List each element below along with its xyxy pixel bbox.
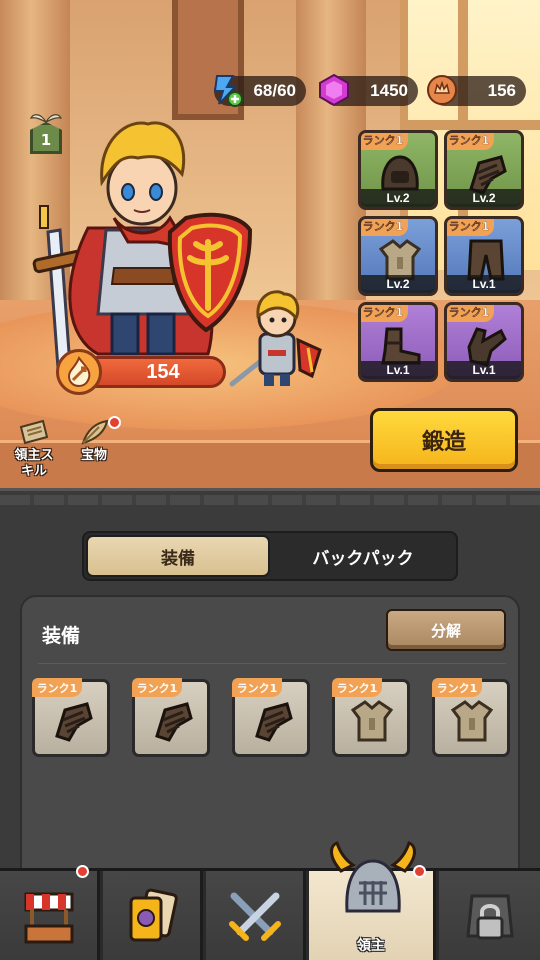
inventory-box: 装備 分解 ランク1 ランク1 ランク1 ランク1 ランク1 bbox=[20, 595, 520, 885]
inventory-item[interactable]: ランク1 bbox=[132, 678, 210, 757]
winged-helmet-icon bbox=[330, 841, 416, 913]
rank-badge: ランク1 bbox=[361, 305, 408, 322]
inventory-item[interactable]: ランク1 bbox=[32, 678, 110, 757]
energy-icon bbox=[208, 72, 244, 108]
energy-value: 68/60 bbox=[253, 81, 296, 100]
equipment-panel: 装備 バックパック 装備 分解 ランク1 ランク1 ランク1 ランク1 ランク1 bbox=[0, 488, 540, 885]
gem-counter[interactable]: 1450 bbox=[319, 73, 418, 107]
lord-skill-label: 領主ス キル bbox=[14, 448, 54, 479]
gem-icon bbox=[316, 72, 352, 108]
tab-backpack[interactable]: バックパック bbox=[272, 535, 454, 577]
notification-dot bbox=[413, 865, 426, 878]
item-level: Lv.1 bbox=[447, 275, 521, 293]
nav-cards[interactable] bbox=[103, 871, 203, 960]
equip-slot-boots[interactable]: ランク1 Lv.1 bbox=[358, 302, 438, 382]
rank-badge: ランク1 bbox=[447, 305, 494, 322]
energy-counter[interactable]: 68/60 bbox=[213, 75, 306, 107]
nav-locked[interactable] bbox=[439, 871, 540, 960]
feather-quill-icon bbox=[76, 416, 112, 448]
item-level: Lv.1 bbox=[447, 361, 521, 379]
item-level: Lv.1 bbox=[361, 361, 435, 379]
cards-icon bbox=[129, 888, 178, 942]
armor-icon bbox=[350, 700, 394, 742]
combat-power-value: 154 bbox=[146, 360, 180, 383]
item-level: Lv.2 bbox=[447, 189, 521, 207]
tab-bar: 装備 バックパック bbox=[82, 531, 458, 581]
inventory-item[interactable]: ランク1 bbox=[232, 678, 310, 757]
nav-lord-label: 領主 bbox=[357, 938, 385, 954]
gauntlet-icon bbox=[255, 702, 293, 742]
rank-badge: ランク1 bbox=[432, 678, 482, 697]
lock-icon bbox=[465, 894, 514, 940]
inventory-title: 装備 bbox=[42, 625, 81, 647]
armor-icon bbox=[450, 700, 494, 742]
coin-value: 156 bbox=[487, 81, 516, 100]
rank-badge: ランク1 bbox=[32, 678, 82, 697]
pillar-right bbox=[296, 0, 366, 300]
lord-coin-icon bbox=[424, 72, 460, 108]
notification-dot bbox=[108, 416, 121, 429]
coin-counter[interactable]: 156 bbox=[427, 75, 526, 106]
crossed-swords-icon bbox=[228, 892, 281, 941]
equip-slot-armor[interactable]: ランク1 Lv.2 bbox=[358, 216, 438, 296]
rank-badge: ランク1 bbox=[447, 219, 494, 236]
inventory-item[interactable]: ランク1 bbox=[332, 678, 410, 757]
lord-skill-button[interactable]: 領主ス キル bbox=[2, 416, 66, 480]
scroll-icon bbox=[16, 416, 52, 448]
nav-shop[interactable] bbox=[0, 865, 100, 960]
shop-stall-icon bbox=[24, 892, 73, 944]
gauntlet-icon bbox=[155, 702, 193, 742]
rank-badge: ランク1 bbox=[232, 678, 282, 697]
inventory-item[interactable]: ランク1 bbox=[432, 678, 510, 757]
equip-slot-pants[interactable]: ランク1 Lv.1 bbox=[444, 216, 524, 296]
decompose-button[interactable]: 分解 bbox=[386, 609, 506, 651]
notification-dot bbox=[76, 865, 89, 878]
nav-lord[interactable]: 領主 bbox=[309, 841, 436, 960]
rank-badge: ランク1 bbox=[132, 678, 182, 697]
panel-grip bbox=[0, 495, 540, 505]
rank-badge: ランク1 bbox=[447, 133, 494, 150]
equip-slot-helmet[interactable]: ランク1 Lv.2 bbox=[358, 130, 438, 210]
gem-value: 1450 bbox=[370, 81, 408, 100]
power-flame-icon bbox=[56, 349, 102, 395]
treasure-button[interactable]: 宝物 bbox=[62, 416, 126, 464]
treasure-label: 宝物 bbox=[80, 448, 107, 463]
nav-battle[interactable] bbox=[206, 871, 306, 960]
item-level: Lv.2 bbox=[361, 189, 435, 207]
rank-badge: ランク1 bbox=[361, 133, 408, 150]
rank-badge: ランク1 bbox=[361, 219, 408, 236]
rank-badge: ランク1 bbox=[332, 678, 382, 697]
gauntlet-icon bbox=[55, 702, 93, 742]
equip-slot-gauntlet[interactable]: ランク1 Lv.2 bbox=[444, 130, 524, 210]
tab-equipment[interactable]: 装備 bbox=[86, 535, 270, 577]
companion-knight[interactable] bbox=[228, 290, 328, 390]
bottom-nav: 領主 bbox=[0, 841, 540, 960]
equip-slot-gloves[interactable]: ランク1 Lv.1 bbox=[444, 302, 524, 382]
divider bbox=[38, 663, 506, 664]
item-level: Lv.2 bbox=[361, 275, 435, 293]
forge-button[interactable]: 鍛造 bbox=[370, 408, 518, 472]
